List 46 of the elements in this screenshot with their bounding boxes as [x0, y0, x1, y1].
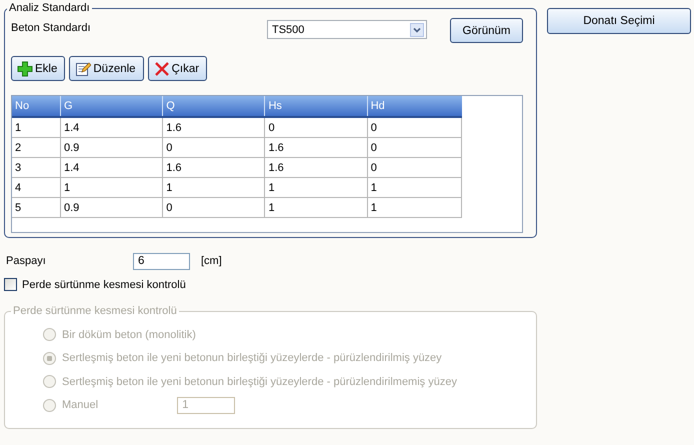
table-cell: 0	[162, 138, 265, 158]
reinforcement-button[interactable]: Donatı Seçimi	[547, 8, 691, 34]
concrete-standard-label: Beton Standardı	[11, 21, 92, 34]
table-cell: 1.4	[60, 158, 163, 178]
edit-icon	[75, 60, 92, 76]
view-button[interactable]: Görünüm	[450, 18, 523, 43]
table-cell: 1	[264, 198, 368, 218]
checkbox-label: Perde sürtünme kesmesi kontrolü	[22, 278, 186, 290]
table-cell: 1.6	[264, 158, 368, 178]
table-cell: 0	[367, 158, 462, 178]
table-cell: 1	[367, 178, 462, 198]
table-cell: 0.9	[60, 198, 163, 218]
unit-label: [cm]	[201, 255, 222, 267]
table-cell: 1	[60, 178, 163, 198]
table-cell: 1	[162, 178, 265, 198]
table-cell: 1.4	[60, 117, 163, 138]
group-title: Perde sürtünme kesmesi kontrolü	[12, 305, 178, 317]
plus-icon	[17, 60, 33, 76]
radio-label: Manuel	[62, 399, 98, 412]
group-title: Analiz Standardı	[8, 2, 91, 14]
table-cell: 1.6	[162, 117, 265, 138]
table-cell: 5	[12, 198, 60, 218]
table-cell: 1	[367, 198, 462, 218]
toolbar-button[interactable]: Çıkar	[148, 56, 208, 81]
table-cell: 3	[12, 158, 60, 178]
table-cell: 0	[367, 138, 462, 158]
close-icon	[154, 60, 170, 76]
radio-label: Bir döküm beton (monolitik)	[62, 328, 196, 341]
table-cell: 0	[264, 117, 368, 138]
table-cell: 1	[12, 117, 60, 138]
table-cell: 0.9	[60, 138, 163, 158]
table-cell: 4	[12, 178, 60, 198]
radio-label: Sertleşmiş beton ile yeni betonun birleştiği yüzeylerde - pürüzlendirilmemiş yüzey	[62, 376, 457, 388]
radio-label: Sertleşmiş beton ile yeni betonun birleştiği yüzeylerde - pürüzlendirilmiş yüzey	[62, 352, 442, 364]
checkbox[interactable]	[4, 278, 17, 291]
table-cell: 1.6	[264, 138, 368, 158]
table-cell: 0	[367, 117, 462, 138]
toolbar-button[interactable]: Düzenle	[69, 56, 144, 81]
table-cell: 1.6	[162, 158, 265, 178]
cover-input[interactable]: 6	[133, 252, 190, 270]
cover-label: Paspayı	[5, 255, 47, 267]
toolbar-button[interactable]: Ekle	[11, 56, 66, 81]
concrete-standard-dropdown[interactable]: TS500	[267, 20, 427, 39]
table-cell: 0	[162, 198, 265, 218]
table-cell: 2	[12, 138, 60, 158]
table-cell: 1	[264, 178, 368, 198]
